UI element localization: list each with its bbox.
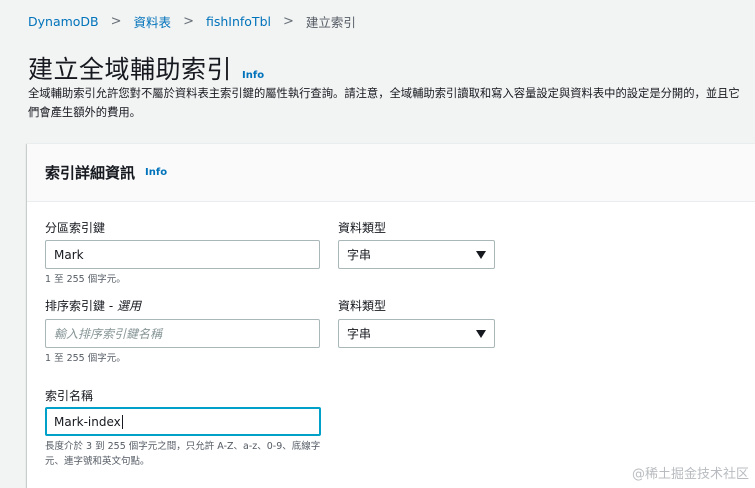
sort-key-placeholder: 輸入排序索引鍵名稱: [54, 327, 163, 341]
dropdown-caret-icon: [476, 250, 486, 259]
breadcrumb-dynamodb[interactable]: DynamoDB: [28, 14, 99, 29]
breadcrumb-current: 建立索引: [305, 15, 356, 30]
panel-header: 索引詳細資訊 Info: [27, 144, 755, 202]
page-info-link[interactable]: Info: [242, 70, 264, 81]
index-name-input[interactable]: Mark-index: [45, 407, 321, 436]
sort-key-label: 排序索引鍵 - 選用: [45, 297, 141, 314]
partition-key-value: Mark: [54, 247, 84, 262]
breadcrumb-table-name[interactable]: fishInfoTbl: [206, 14, 271, 29]
partition-key-type-value: 字串: [347, 248, 372, 262]
sort-key-input[interactable]: 輸入排序索引鍵名稱: [45, 319, 320, 348]
sort-key-type-select[interactable]: 字串: [338, 319, 495, 348]
page-header: 建立全域輔助索引 Info: [28, 50, 264, 86]
chevron-right-icon: >: [110, 14, 122, 29]
partition-key-label: 分區索引鍵: [45, 221, 106, 235]
sort-key-optional: 選用: [116, 299, 141, 313]
page-description: 全域輔助索引允許您對不屬於資料表主索引鍵的屬性執行查詢。請注意，全域輔助索引讀取…: [28, 87, 740, 119]
partition-key-input[interactable]: Mark: [45, 240, 320, 269]
index-details-panel: 索引詳細資訊 Info 分區索引鍵 Mark 1 至 255 個字元。 資料類型…: [27, 143, 755, 488]
chevron-right-icon: >: [282, 14, 294, 29]
chevron-right-icon: >: [183, 14, 194, 29]
partition-key-type-label: 資料類型: [338, 221, 387, 235]
sort-key-type-label: 資料類型: [338, 299, 387, 313]
text-cursor: [121, 414, 123, 429]
index-name-label: 索引名稱: [45, 389, 94, 403]
sort-key-hint: 1 至 255 個字元。: [45, 353, 126, 364]
dropdown-caret-icon: [476, 329, 486, 338]
breadcrumb-tables[interactable]: 資料表: [134, 12, 172, 31]
partition-key-type-select[interactable]: 字串: [338, 240, 495, 269]
panel-info-link[interactable]: Info: [145, 167, 167, 178]
watermark: @稀土掘金技术社区: [631, 467, 749, 482]
panel-title: 索引詳細資訊: [45, 164, 136, 182]
index-name-hint: 長度介於 3 到 255 個字元之間，只允許 A-Z、a-z、0-9、底線字元、…: [45, 441, 321, 467]
sort-key-type-value: 字串: [347, 327, 372, 341]
breadcrumb: DynamoDB > 資料表 > fishInfoTbl > 建立索引: [28, 12, 356, 31]
sort-key-label-text: 排序索引鍵 -: [45, 299, 117, 313]
partition-key-hint: 1 至 255 個字元。: [45, 274, 126, 285]
page-title: 建立全域輔助索引: [28, 55, 233, 84]
index-name-value: Mark-index: [54, 414, 121, 429]
